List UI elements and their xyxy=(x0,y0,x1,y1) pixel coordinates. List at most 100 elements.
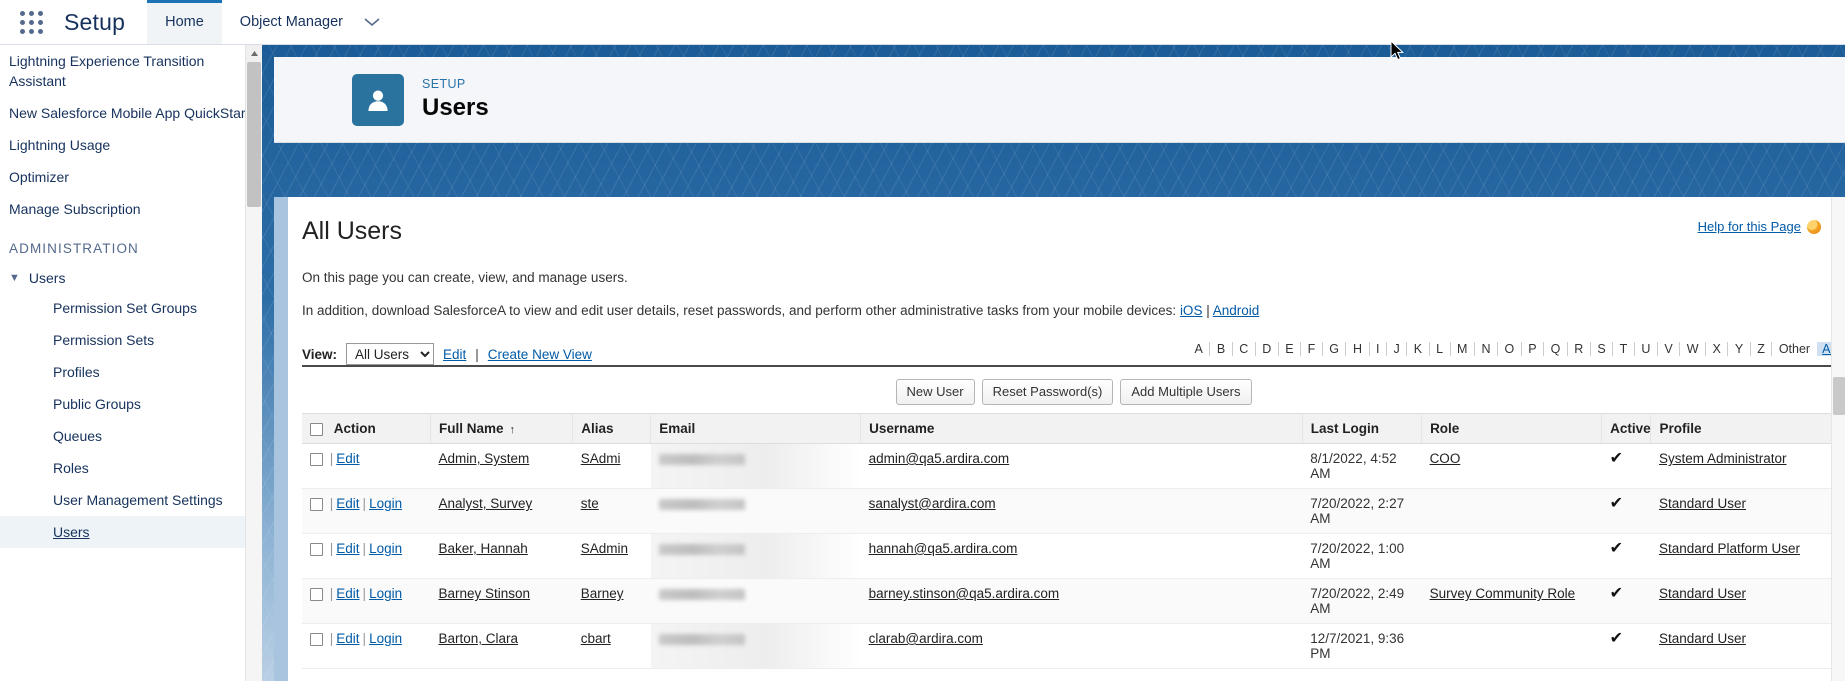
username-link[interactable]: clarab@ardira.com xyxy=(869,631,983,646)
user-name-link[interactable]: Analyst, Survey xyxy=(438,496,532,511)
sidebar-item-manage-subscription[interactable]: Manage Subscription xyxy=(0,193,245,225)
alpha-filter-c[interactable]: C xyxy=(1233,342,1256,356)
alias-link[interactable]: cbart xyxy=(581,631,611,646)
sidebar-scrollbar[interactable] xyxy=(245,45,263,681)
profile-link[interactable]: Standard Platform User xyxy=(1659,541,1800,556)
user-name-link[interactable]: Barney Stinson xyxy=(438,586,530,601)
tab-object-manager[interactable]: Object Manager xyxy=(222,0,361,44)
column-header-full-name[interactable]: Full Name ↑ xyxy=(430,413,574,444)
alpha-filter-x[interactable]: X xyxy=(1706,342,1729,356)
alpha-filter-y[interactable]: Y xyxy=(1728,342,1751,356)
alpha-filter-z[interactable]: Z xyxy=(1751,342,1773,356)
tab-overflow-button[interactable] xyxy=(361,0,395,44)
login-link[interactable]: Login xyxy=(369,496,402,511)
sidebar-item-profiles[interactable]: Profiles xyxy=(0,356,245,388)
reset-passwords-button[interactable]: Reset Password(s) xyxy=(981,379,1114,405)
scrollbar-thumb[interactable] xyxy=(247,62,261,207)
alias-link[interactable]: Barney xyxy=(581,586,624,601)
scrollbar-thumb[interactable] xyxy=(1833,377,1845,415)
sidebar-item-mobile-quickstart[interactable]: New Salesforce Mobile App QuickStart xyxy=(0,97,245,129)
content-scrollbar[interactable] xyxy=(1831,197,1845,681)
select-all-checkbox[interactable] xyxy=(310,422,323,436)
login-link[interactable]: Login xyxy=(369,631,402,646)
alpha-filter-f[interactable]: F xyxy=(1301,342,1323,356)
alpha-filter-v[interactable]: V xyxy=(1658,342,1681,356)
sidebar-item-lightning-transition-assistant[interactable]: Lightning Experience Transition Assistan… xyxy=(0,45,245,97)
username-link[interactable]: admin@qa5.ardira.com xyxy=(869,451,1010,466)
user-name-link[interactable]: Baker, Hannah xyxy=(438,541,527,556)
ios-download-link[interactable]: iOS xyxy=(1180,303,1203,318)
sidebar-item-public-groups[interactable]: Public Groups xyxy=(0,388,245,420)
tab-home[interactable]: Home xyxy=(147,0,222,44)
row-select-checkbox[interactable] xyxy=(310,452,323,466)
alpha-filter-q[interactable]: Q xyxy=(1544,342,1568,356)
help-for-this-page-link[interactable]: Help for this Page xyxy=(1698,219,1821,234)
alpha-filter-other[interactable]: Other xyxy=(1772,342,1817,356)
login-link[interactable]: Login xyxy=(369,586,402,601)
sidebar-item-roles[interactable]: Roles xyxy=(0,452,245,484)
alpha-filter-p[interactable]: P xyxy=(1522,342,1545,356)
column-header-active[interactable]: Active xyxy=(1601,413,1652,444)
profile-link[interactable]: Standard User xyxy=(1659,631,1746,646)
row-select-checkbox[interactable] xyxy=(310,497,323,511)
sidebar-item-users-parent[interactable]: ▼ Users xyxy=(0,264,245,292)
alias-link[interactable]: ste xyxy=(581,496,599,511)
alpha-filter-h[interactable]: H xyxy=(1346,342,1370,356)
profile-link[interactable]: Standard User xyxy=(1659,496,1746,511)
login-link[interactable]: Login xyxy=(369,541,402,556)
add-multiple-users-button[interactable]: Add Multiple Users xyxy=(1120,379,1252,405)
alpha-filter-a[interactable]: A xyxy=(1188,342,1211,356)
alpha-filter-d[interactable]: D xyxy=(1256,342,1279,356)
sidebar-item-optimizer[interactable]: Optimizer xyxy=(0,161,245,193)
alpha-filter-s[interactable]: S xyxy=(1591,342,1614,356)
edit-link[interactable]: Edit xyxy=(336,451,359,466)
edit-link[interactable]: Edit xyxy=(336,631,359,646)
edit-link[interactable]: Edit xyxy=(336,541,359,556)
row-select-checkbox[interactable] xyxy=(310,632,323,646)
user-name-link[interactable]: Barton, Clara xyxy=(438,631,518,646)
alpha-filter-r[interactable]: R xyxy=(1568,342,1591,356)
row-select-checkbox[interactable] xyxy=(310,542,323,556)
edit-link[interactable]: Edit xyxy=(336,496,359,511)
app-launcher-button[interactable] xyxy=(0,0,62,44)
alias-link[interactable]: SAdmin xyxy=(581,541,628,556)
row-select-checkbox[interactable] xyxy=(310,587,323,601)
sidebar-item-permission-sets[interactable]: Permission Sets xyxy=(0,324,245,356)
column-header-role[interactable]: Role xyxy=(1421,413,1603,444)
sidebar-item-user-management-settings[interactable]: User Management Settings xyxy=(0,484,245,516)
alpha-filter-m[interactable]: M xyxy=(1451,342,1475,356)
new-user-button[interactable]: New User xyxy=(895,379,975,405)
alpha-filter-k[interactable]: K xyxy=(1407,342,1430,356)
sidebar-item-permission-set-groups[interactable]: Permission Set Groups xyxy=(0,292,245,324)
username-link[interactable]: hannah@qa5.ardira.com xyxy=(869,541,1018,556)
scroll-up-button[interactable] xyxy=(246,45,263,62)
username-link[interactable]: barney.stinson@qa5.ardira.com xyxy=(869,586,1060,601)
sidebar-item-users[interactable]: Users xyxy=(0,516,245,548)
alpha-filter-o[interactable]: O xyxy=(1498,342,1522,356)
alias-link[interactable]: SAdmi xyxy=(581,451,621,466)
column-header-last-login[interactable]: Last Login xyxy=(1302,413,1423,444)
sidebar-item-lightning-usage[interactable]: Lightning Usage xyxy=(0,129,245,161)
column-header-username[interactable]: Username xyxy=(860,413,1303,444)
alpha-filter-u[interactable]: U xyxy=(1635,342,1658,356)
alpha-filter-g[interactable]: G xyxy=(1323,342,1347,356)
alpha-filter-j[interactable]: J xyxy=(1387,342,1408,356)
column-header-email[interactable]: Email xyxy=(650,413,862,444)
alpha-filter-l[interactable]: L xyxy=(1430,342,1451,356)
sidebar-item-queues[interactable]: Queues xyxy=(0,420,245,452)
role-link[interactable]: COO xyxy=(1430,451,1461,466)
alpha-filter-n[interactable]: N xyxy=(1475,342,1498,356)
profile-link[interactable]: Standard User xyxy=(1659,586,1746,601)
alpha-filter-i[interactable]: I xyxy=(1370,342,1387,356)
alpha-filter-e[interactable]: E xyxy=(1279,342,1302,356)
alpha-filter-b[interactable]: B xyxy=(1210,342,1233,356)
profile-link[interactable]: System Administrator xyxy=(1659,451,1787,466)
column-header-alias[interactable]: Alias xyxy=(572,413,652,444)
android-download-link[interactable]: Android xyxy=(1213,303,1260,318)
username-link[interactable]: sanalyst@ardira.com xyxy=(869,496,996,511)
alpha-filter-w[interactable]: W xyxy=(1680,342,1706,356)
alpha-filter-t[interactable]: T xyxy=(1613,342,1635,356)
edit-link[interactable]: Edit xyxy=(336,586,359,601)
column-header-profile[interactable]: Profile xyxy=(1650,413,1832,444)
role-link[interactable]: Survey Community Role xyxy=(1430,586,1576,601)
